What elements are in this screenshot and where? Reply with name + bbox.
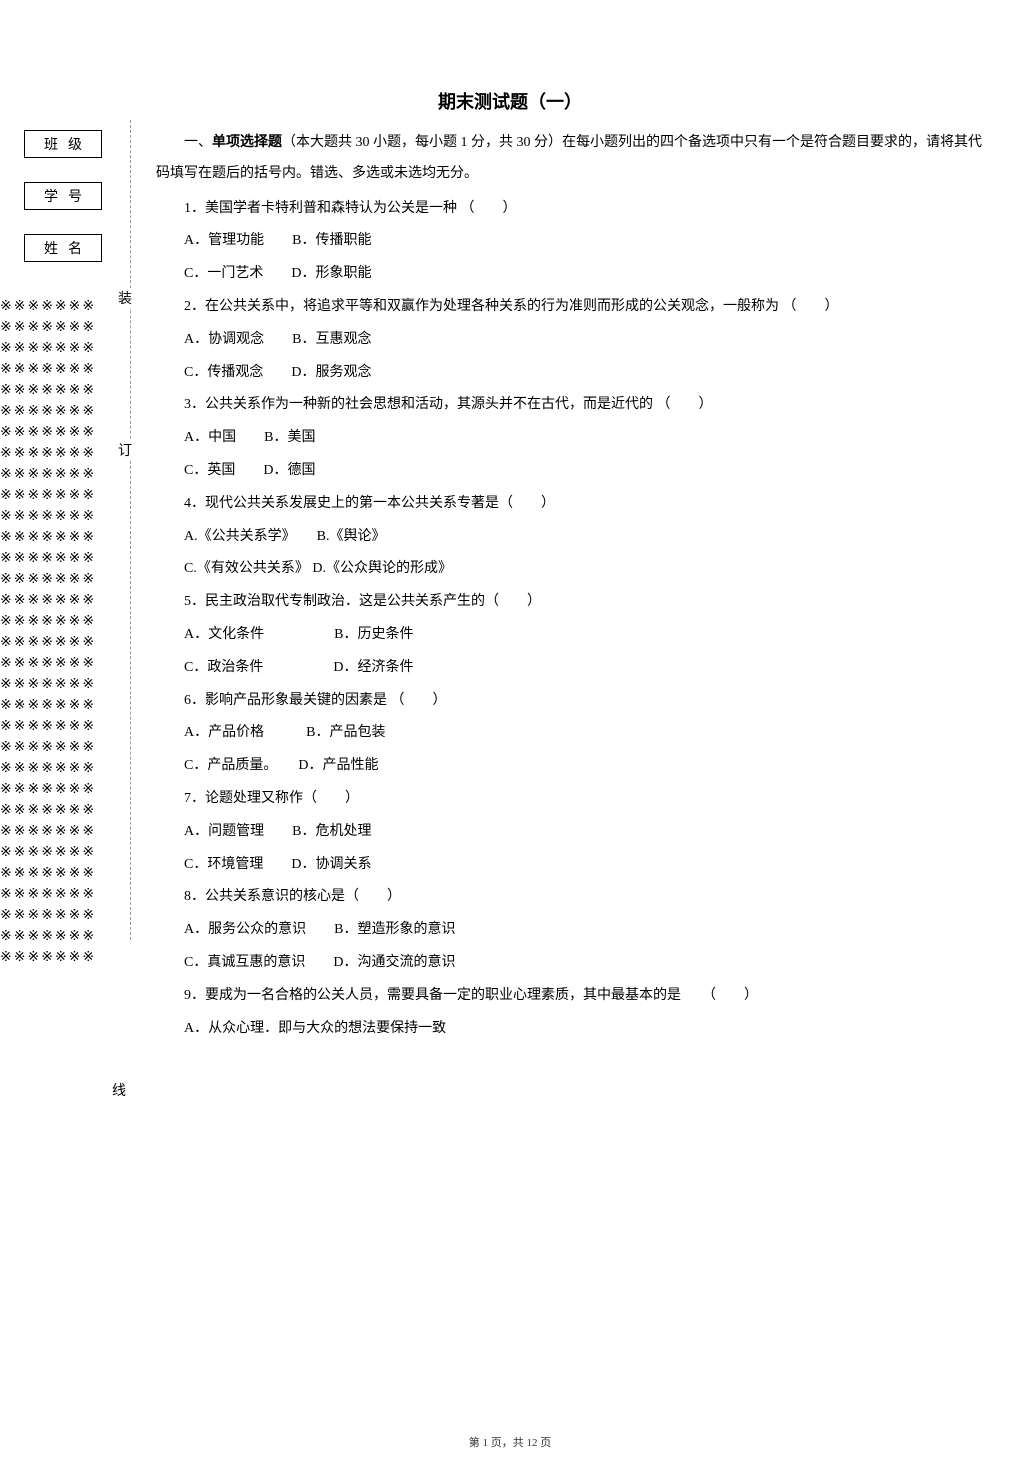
option-line: A．从众心理．即与大众的想法要保持一致 [156,1014,986,1045]
binding-mark-xian: 线 [112,1080,126,1100]
question-text: 6．影响产品形象最关键的因素是 （ ） [156,686,986,717]
option-line: C．英国 D．德国 [156,456,986,487]
sidebar: 班级 学号 姓名 [0,120,130,286]
option-line: A．文化条件 B．历史条件 [156,620,986,651]
question-text: 8．公共关系意识的核心是（ ） [156,882,986,913]
option-line: A．中国 B．美国 [156,423,986,454]
class-field: 班级 [24,130,102,158]
question-text: 1．美国学者卡特利普和森特认为公关是一种 （ ） [156,194,986,225]
page-title: 期末测试题（一） [0,0,1020,124]
question-text: 7．论题处理又称作（ ） [156,784,986,815]
question-text: 4．现代公共关系发展史上的第一本公共关系专著是（ ） [156,489,986,520]
questions-container: 1．美国学者卡特利普和森特认为公关是一种 （ ）A．管理功能 B．传播职能C．一… [156,194,986,1045]
option-line: A.《公共关系学》 B.《舆论》 [156,522,986,553]
binding-pattern: ※※※※※※※ ※※※※※※※ ※※※※※※※ ※※※※※※※ ※※※※※※※ … [0,296,110,968]
section-header: 一、单项选择题（本大题共 30 小题，每小题 1 分，共 30 分）在每小题列出… [156,128,986,190]
option-line: C.《有效公共关系》 D.《公众舆论的形成》 [156,554,986,585]
section-prefix: 一、 [184,135,212,150]
option-line: C．一门艺术 D．形象职能 [156,259,986,290]
option-line: C．产品质量。 D．产品性能 [156,751,986,782]
binding-line [130,120,131,940]
question-text: 2．在公共关系中，将追求平等和双赢作为处理各种关系的行为准则而形成的公关观念，一… [156,292,986,323]
option-line: C．政治条件 D．经济条件 [156,653,986,684]
question-text: 9．要成为一名合格的公关人员，需要具备一定的职业心理素质，其中最基本的是 （ ） [156,981,986,1012]
question-text: 3．公共关系作为一种新的社会思想和活动，其源头并不在古代，而是近代的 （ ） [156,390,986,421]
name-field: 姓名 [24,234,102,262]
binding-mark-zhuang: 装 [118,288,132,308]
option-line: A．问题管理 B．危机处理 [156,817,986,848]
option-line: A．管理功能 B．传播职能 [156,226,986,257]
option-line: C．环境管理 D．协调关系 [156,850,986,881]
option-line: C．传播观念 D．服务观念 [156,358,986,389]
main-content: 一、单项选择题（本大题共 30 小题，每小题 1 分，共 30 分）在每小题列出… [156,128,986,1044]
section-title: 单项选择题 [212,135,282,150]
option-line: A．产品价格 B．产品包装 [156,718,986,749]
option-line: C．真诚互惠的意识 D．沟通交流的意识 [156,948,986,979]
binding-mark-ding: 订 [118,440,132,460]
question-text: 5．民主政治取代专制政治．这是公共关系产生的（ ） [156,587,986,618]
page-footer: 第 1 页，共 12 页 [0,1434,1020,1450]
option-line: A．服务公众的意识 B．塑造形象的意识 [156,915,986,946]
student-id-field: 学号 [24,182,102,210]
option-line: A．协调观念 B．互惠观念 [156,325,986,356]
